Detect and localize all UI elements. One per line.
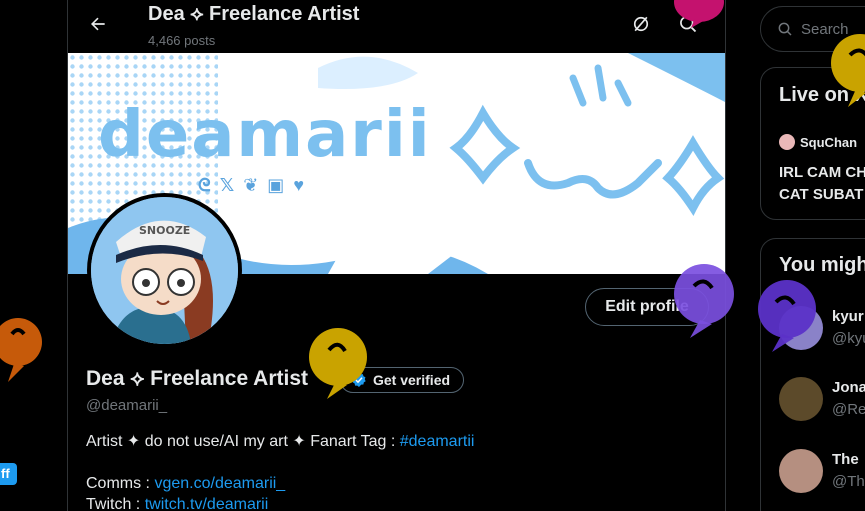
grok-button[interactable] bbox=[629, 12, 653, 36]
live-title-line-2[interactable]: CAT SUBAT bbox=[779, 186, 863, 203]
profile-handle: @deamarii_ bbox=[86, 397, 168, 414]
header-title: Dea ⟡ Freelance Artist bbox=[148, 3, 360, 25]
follow-handle: @Re bbox=[832, 401, 865, 418]
left-navigation-rail: ff bbox=[0, 0, 67, 511]
fanart-hashtag-link[interactable]: #deamartii bbox=[400, 433, 475, 450]
live-host-name: SquChan bbox=[800, 134, 858, 150]
balloon-decoration-icon bbox=[0, 318, 42, 382]
follow-handle: @Th bbox=[832, 473, 865, 490]
bio-twitch-line: Twitch : twitch.tv/deamarii bbox=[86, 496, 268, 511]
profile-name: Dea ⟡ Freelance Artist bbox=[86, 367, 309, 390]
follow-name: kyur bbox=[832, 308, 864, 325]
balloon-decoration-icon bbox=[758, 280, 816, 352]
partial-post-button[interactable]: ff bbox=[0, 463, 17, 485]
bio-comms-line: Comms : vgen.co/deamarii_ bbox=[86, 475, 285, 493]
balloon-decoration-icon bbox=[674, 0, 724, 28]
profile-column: Dea ⟡ Freelance Artist 4,466 posts deama… bbox=[67, 0, 726, 511]
balloon-decoration-icon bbox=[831, 34, 865, 107]
follow-handle: @kyu bbox=[832, 330, 865, 347]
twitch-label: Twitch : bbox=[86, 496, 145, 511]
cap-lettering: SNOOZE bbox=[139, 224, 190, 237]
avatar-illustration: SNOOZE bbox=[91, 197, 238, 344]
twitch-link[interactable]: twitch.tv/deamarii bbox=[145, 496, 269, 511]
live-host[interactable]: SquChan bbox=[779, 134, 857, 150]
vgen-icon: ᘓ bbox=[198, 175, 211, 195]
follow-panel-title: You might like bbox=[779, 254, 865, 276]
kofi-icon: ♥ bbox=[293, 175, 304, 195]
instagram-icon: ▣ bbox=[267, 175, 285, 195]
live-title-line-1[interactable]: IRL CAM CH bbox=[779, 164, 865, 181]
back-button[interactable] bbox=[84, 10, 112, 38]
avatar bbox=[779, 377, 823, 421]
profile-avatar[interactable]: SNOOZE bbox=[87, 193, 242, 348]
get-verified-label: Get verified bbox=[373, 372, 451, 388]
avatar-image: SNOOZE bbox=[91, 197, 238, 344]
balloon-decoration-icon bbox=[674, 264, 734, 338]
follow-name: The bbox=[832, 451, 859, 468]
search-icon bbox=[778, 22, 792, 36]
back-arrow-icon bbox=[91, 17, 105, 31]
comms-link[interactable]: vgen.co/deamarii_ bbox=[154, 475, 285, 492]
comms-label: Comms : bbox=[86, 475, 155, 492]
bio-text: Artist ✦ do not use/AI my art ✦ Fanart T… bbox=[86, 433, 400, 450]
bluesky-icon: ❦ bbox=[243, 175, 259, 195]
banner-social-icons: ᘓ 𝕏 ❦ ▣ ♥ bbox=[198, 175, 304, 196]
avatar bbox=[779, 449, 823, 493]
live-host-avatar bbox=[779, 134, 795, 150]
balloon-decoration-icon bbox=[309, 328, 367, 399]
header-post-count: 4,466 posts bbox=[148, 33, 216, 48]
grok-icon bbox=[633, 16, 649, 32]
bio-line: Artist ✦ do not use/AI my art ✦ Fanart T… bbox=[86, 431, 474, 451]
follow-name: Jona bbox=[832, 379, 865, 396]
profile-header-bar: Dea ⟡ Freelance Artist 4,466 posts bbox=[68, 0, 725, 53]
banner-wordmark: deamarii bbox=[98, 98, 432, 172]
x-logo-icon: 𝕏 bbox=[219, 175, 235, 195]
